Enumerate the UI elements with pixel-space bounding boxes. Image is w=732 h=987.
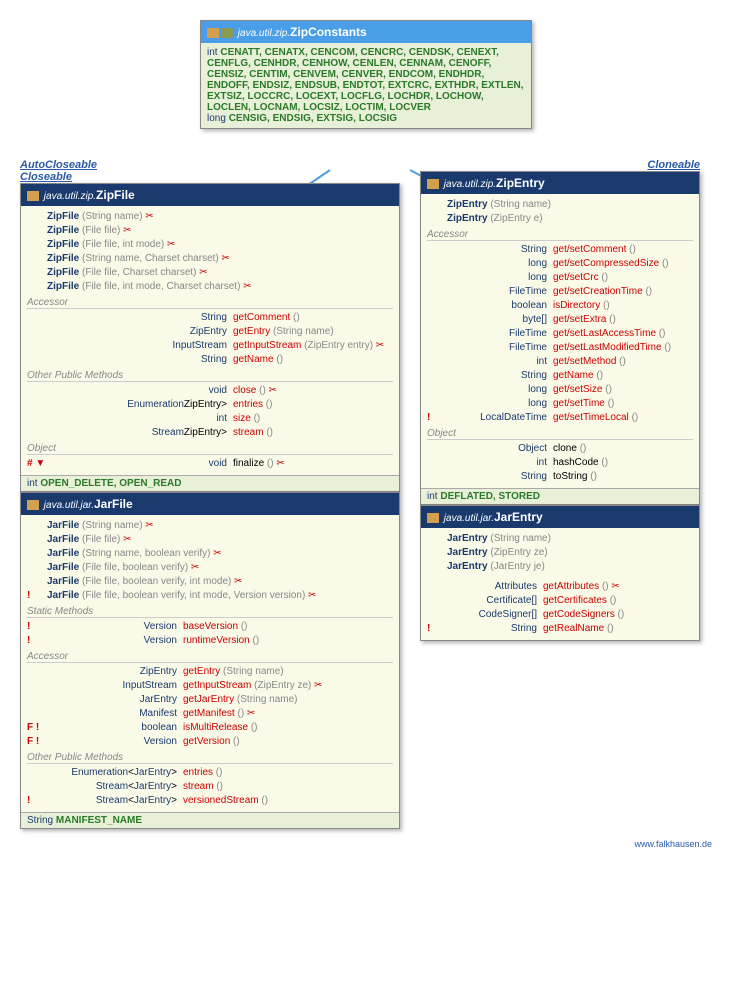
class-icon <box>27 191 39 201</box>
box-jarfile: java.util.jar.JarFile JarFile (String na… <box>20 492 400 829</box>
class-icon <box>427 179 439 189</box>
class-icon <box>427 513 439 523</box>
label-autocloseable[interactable]: AutoCloseable <box>20 159 400 171</box>
box-zipfile: java.util.zip.ZipFile ZipFile (String na… <box>20 183 400 492</box>
box-jarentry: java.util.jar.JarEntry JarEntry (String … <box>420 505 700 641</box>
class-icon <box>27 500 39 510</box>
label-cloneable[interactable]: Cloneable <box>420 159 700 171</box>
label-closeable[interactable]: Closeable <box>20 171 400 183</box>
box-zipentry: java.util.zip.ZipEntry ZipEntry (String … <box>420 171 700 505</box>
package-icon <box>221 28 233 38</box>
box-zipconstants: java.util.zip.ZipConstants int CENATT, C… <box>200 20 532 129</box>
interface-icon <box>207 28 219 38</box>
attribution-link[interactable]: www.falkhausen.de <box>20 839 712 849</box>
